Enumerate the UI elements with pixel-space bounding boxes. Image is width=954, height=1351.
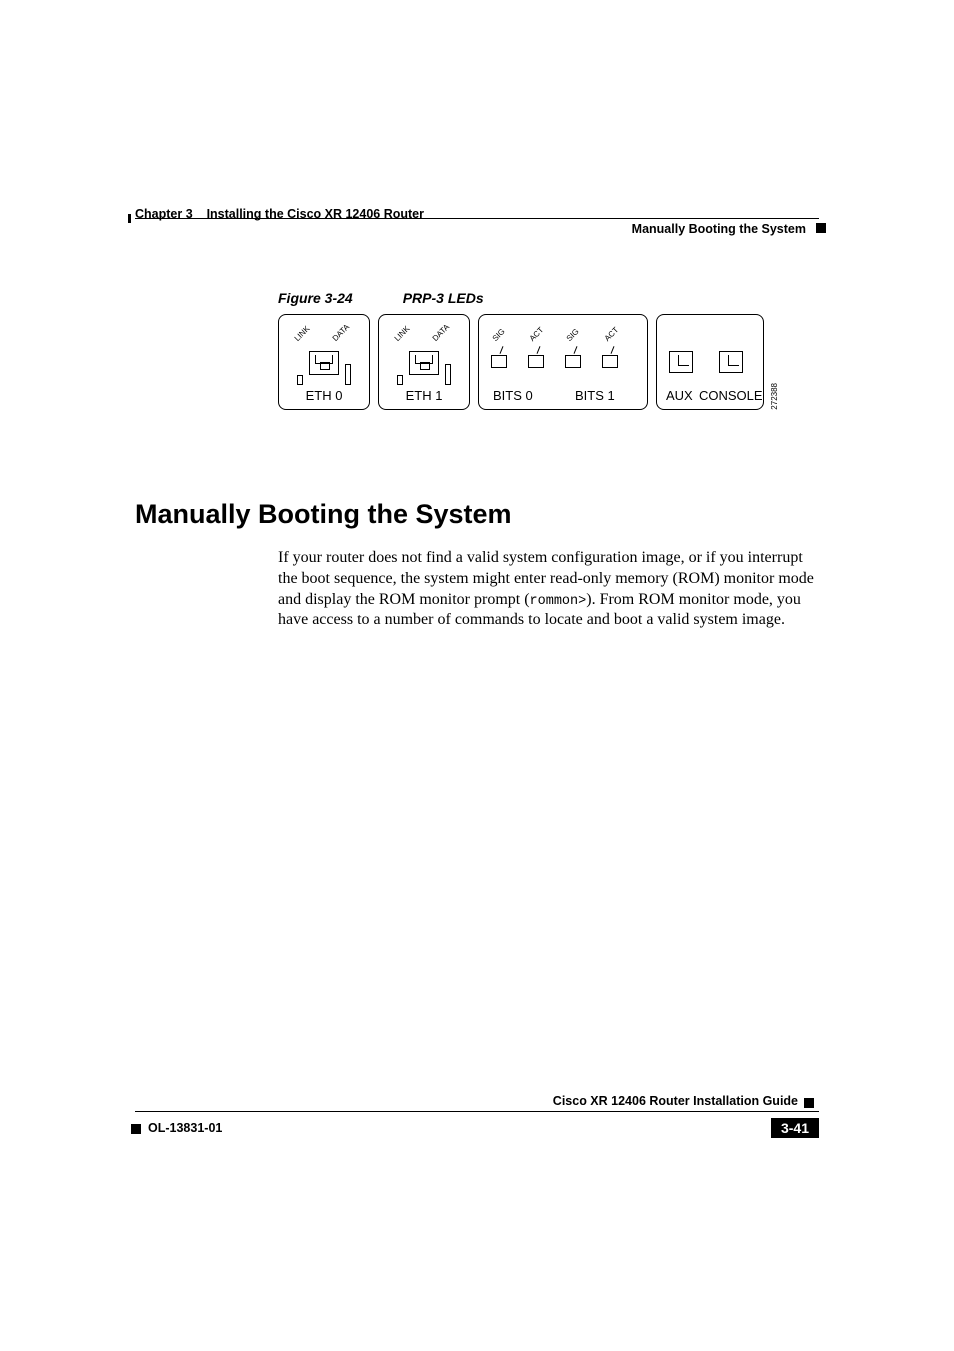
console-port-icon [719,351,743,373]
eth0-data-jack-icon [345,364,351,385]
bits1-led-sig: SIG [565,327,581,343]
bits1-sig-led-icon [565,355,581,368]
bits0-sig-led-icon [491,355,507,368]
bits-led-labels: SIG ACT SIG ACT [479,321,647,351]
page-number-badge: 3-41 [771,1118,819,1138]
eth0-socket-icon [309,351,339,375]
header-marker-right [816,223,826,233]
eth1-socket-icon [409,351,439,375]
port-group-eth0: LINK DATA ETH 0 [278,314,370,410]
console-label: CONSOLE [699,388,763,403]
aux-port-icon [669,351,693,373]
eth0-led-link: LINK [293,324,312,343]
header-marker-left [128,214,131,223]
bits1-act-led-icon [602,355,618,368]
section-heading: Manually Booting the System [135,499,512,530]
body-paragraph: If your router does not find a valid sys… [278,548,819,631]
footer-doc-number: OL-13831-01 [148,1121,222,1135]
header-rule [135,218,819,219]
figure-caption: Figure 3-24 PRP-3 LEDs [278,290,484,306]
eth1-led-labels: LINK DATA [379,321,469,351]
bits0-label: BITS 0 [493,388,533,403]
rommon-prompt: rommon> [530,594,587,609]
eth1-led-link: LINK [393,324,412,343]
header-section-title: Manually Booting the System [632,222,806,236]
eth0-led-labels: LINK DATA [279,321,369,351]
aux-label: AUX [666,388,693,403]
eth0-led-data: DATA [331,322,352,343]
footer-marker-left [131,1124,141,1134]
figure-diagram: LINK DATA ETH 0 LINK DATA ETH 1 SIG ACT … [278,310,773,410]
eth1-data-jack-icon [445,364,451,385]
eth1-link-jack-icon [397,375,403,385]
page-header: Chapter 3 Installing the Cisco XR 12406 … [135,206,819,223]
bits0-led-sig: SIG [491,327,507,343]
eth0-label: ETH 0 [279,388,369,403]
eth0-link-jack-icon [297,375,303,385]
footer-guide-title: Cisco XR 12406 Router Installation Guide [553,1094,798,1108]
port-group-eth1: LINK DATA ETH 1 [378,314,470,410]
bits0-led-act: ACT [528,325,546,343]
port-group-aux-console: AUX CONSOLE [656,314,764,410]
bits1-led-act: ACT [603,325,621,343]
bits0-act-led-icon [528,355,544,368]
figure-image-id: 272388 [770,383,779,410]
figure-number: Figure 3-24 [278,290,353,306]
footer-marker-right [804,1098,814,1108]
figure-title: PRP-3 LEDs [403,290,484,306]
eth1-label: ETH 1 [379,388,469,403]
port-group-bits: SIG ACT SIG ACT BITS 0 BITS 1 [478,314,648,410]
eth1-led-data: DATA [431,322,452,343]
footer-rule [135,1111,819,1112]
bits1-label: BITS 1 [575,388,615,403]
